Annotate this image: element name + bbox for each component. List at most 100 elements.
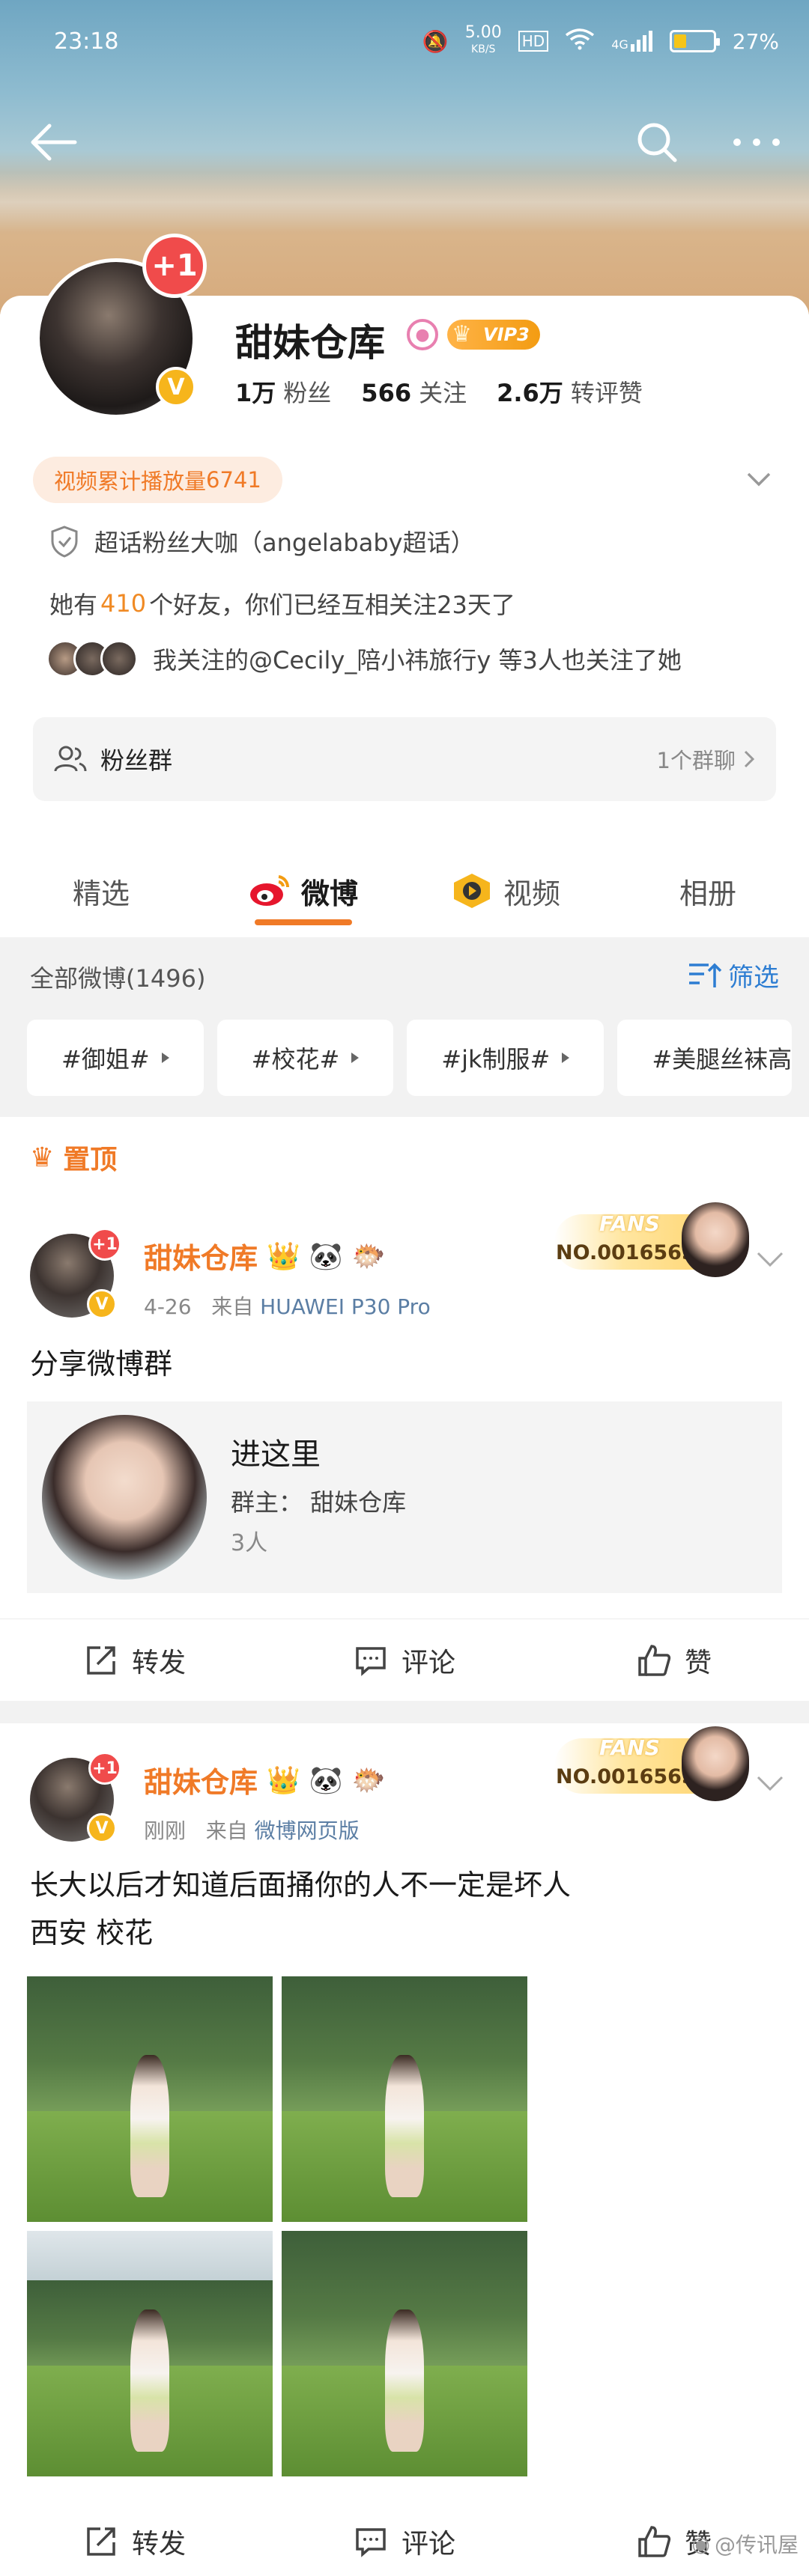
friends-row: 她有 410 个好友，你们已经互相关注23天了 — [49, 589, 515, 619]
verified-v-icon: V — [156, 367, 196, 407]
plus-badge: +1 — [88, 1228, 121, 1261]
group-title: 进这里 — [231, 1437, 321, 1472]
repost-icon — [87, 1645, 115, 1675]
pinned-label: ♛ 置顶 — [30, 1142, 118, 1176]
mutual-avatars — [46, 640, 138, 678]
post-photo[interactable] — [27, 2231, 273, 2476]
super-fan-row[interactable]: 超话粉丝大咖（angelababy超话） — [49, 524, 475, 558]
tab-featured[interactable]: 精选 — [0, 846, 202, 936]
filter-button[interactable]: 筛选 — [686, 957, 779, 993]
chip-topic[interactable]: #美腿丝袜高 — [617, 1020, 793, 1096]
wifi-icon — [565, 28, 595, 55]
tab-video[interactable]: 视频 — [404, 846, 607, 936]
post-meta: 刚刚 来自 微博网页版 — [144, 1818, 360, 1843]
profile-stats: 1万 粉丝 566 关注 2.6万 转评赞 — [235, 374, 643, 409]
fans-group-label: 粉丝群 — [100, 746, 173, 775]
net-speed: 5.00 — [464, 23, 502, 42]
search-icon[interactable] — [633, 118, 681, 166]
reposts-stat[interactable]: 2.6万 转评赞 — [497, 374, 643, 409]
group-people-icon — [54, 746, 87, 772]
group-owner: 群主： 甜妹仓库 — [231, 1488, 407, 1517]
thumbs-up-icon — [638, 2526, 671, 2557]
post-menu-chevron-icon[interactable] — [755, 1247, 785, 1270]
panda-icon: 🐼 — [309, 1240, 343, 1272]
post-actions: 转发 评论 赞 — [0, 2500, 809, 2576]
post-meta: 4-26 来自 HUAWEI P30 Pro — [144, 1294, 431, 1319]
tab-weibo[interactable]: 微博 — [202, 846, 404, 936]
comment-button[interactable]: 评论 — [270, 1619, 539, 1701]
panda-icon: 🐼 — [309, 1764, 343, 1796]
repost-button[interactable]: 转发 — [0, 2500, 270, 2576]
post-photo[interactable] — [27, 1976, 273, 2222]
verified-v-icon: V — [87, 1289, 117, 1319]
filter-section: 全部微博(1496) 筛选 #御姐# #校花# #jk制服# #美腿丝袜高 — [0, 937, 809, 1117]
repost-button[interactable]: 转发 — [0, 1619, 270, 1701]
shield-icon — [51, 526, 78, 558]
topic-chips: #御姐# #校花# #jk制服# #美腿丝袜高 — [27, 1020, 809, 1096]
chip-topic[interactable]: #校花# — [216, 1020, 394, 1096]
fans-card-avatar — [682, 1726, 749, 1801]
status-time: 23:18 — [54, 28, 119, 55]
video-play-count-tag[interactable]: 视频累计播放量 6741 — [33, 457, 282, 503]
following-stat[interactable]: 566 关注 — [361, 374, 467, 409]
watermark-logo-icon: ◉ — [691, 2531, 710, 2557]
battery-icon — [669, 30, 720, 52]
battery-percent: 27% — [732, 28, 779, 54]
weibo-logo-icon — [249, 875, 289, 906]
verified-v-icon: V — [87, 1813, 117, 1843]
fans-number-card[interactable]: FANS NO.0016565 — [539, 1726, 757, 1801]
fans-group-row[interactable]: 粉丝群 1个群聊 — [33, 717, 776, 801]
post-separator — [0, 1701, 809, 1723]
post-menu-chevron-icon[interactable] — [755, 1771, 785, 1794]
weibo-group-card[interactable]: 进这里 群主： 甜妹仓库 3人 — [27, 1401, 782, 1593]
video-hexagon-icon — [453, 874, 490, 908]
status-bar: 23:18 🔕 5.00 KB/S HD 4G 27% — [0, 0, 809, 82]
post-author[interactable]: 甜妹仓库 👑 🐼 🐡 — [144, 1759, 386, 1800]
crown-icon: ♛ — [452, 321, 472, 347]
post-text: 长大以后才知道后面捅你的人不一定是坏人 西安 校花 — [30, 1869, 572, 1949]
crown-badge-icon: 👑 — [267, 1240, 300, 1272]
crown-icon: ♛ — [30, 1142, 55, 1173]
hd-badge: HD — [518, 31, 549, 52]
crown-badge-icon: 👑 — [267, 1764, 300, 1796]
chip-topic[interactable]: #御姐# — [27, 1020, 204, 1096]
mutual-follow-row[interactable]: 我关注的@Cecily_陪小祎旅行y 等3人也关注了她 — [46, 640, 682, 678]
vip-badge[interactable]: ♛ VIP3 — [447, 320, 540, 350]
profile-tabs: 精选 微博 视频 相册 — [0, 846, 809, 936]
post-actions: 转发 评论 赞 — [0, 1619, 809, 1701]
chip-topic[interactable]: #jk制服# — [407, 1020, 605, 1096]
all-posts-label[interactable]: 全部微博(1496) — [30, 960, 205, 994]
fish-icon: 🐡 — [351, 1764, 386, 1796]
comment-button[interactable]: 评论 — [270, 2500, 539, 2576]
back-arrow-icon[interactable] — [27, 120, 79, 165]
fans-card-avatar — [682, 1202, 749, 1277]
plus-badge: +1 — [88, 1752, 121, 1785]
sort-filter-icon — [689, 963, 722, 987]
more-options-icon[interactable] — [727, 118, 787, 166]
comment-icon — [356, 1646, 386, 1676]
fans-number-card[interactable]: FANS NO.0016565 — [539, 1202, 757, 1277]
mute-icon: 🔕 — [422, 28, 449, 54]
signal-icon: 4G — [611, 31, 653, 52]
group-avatar — [42, 1415, 207, 1580]
tab-album[interactable]: 相册 — [607, 846, 809, 936]
post-photo[interactable] — [282, 2231, 527, 2476]
profile-name: 甜妹仓库 — [235, 321, 385, 365]
watermark: ◉ @传讯屋 — [691, 2531, 799, 2558]
chevron-right-icon — [744, 750, 755, 768]
repost-icon — [87, 2527, 115, 2556]
member-ring-icon[interactable]: ● — [407, 319, 438, 350]
fans-stat[interactable]: 1万 粉丝 — [235, 374, 331, 409]
expand-chevron-icon[interactable] — [745, 468, 772, 489]
post-photo[interactable] — [282, 1976, 527, 2222]
post-author[interactable]: 甜妹仓库 👑 🐼 🐡 — [144, 1235, 386, 1276]
top-nav — [0, 105, 809, 180]
thumbs-up-icon — [638, 1644, 671, 1676]
plus-badge: +1 — [142, 234, 207, 298]
net-unit: KB/S — [471, 43, 496, 55]
comment-icon — [356, 2528, 386, 2557]
fish-icon: 🐡 — [351, 1240, 386, 1272]
post-text: 分享微博群 — [30, 1348, 173, 1380]
like-button[interactable]: 赞 — [539, 1619, 809, 1701]
group-members: 3人 — [231, 1530, 268, 1556]
